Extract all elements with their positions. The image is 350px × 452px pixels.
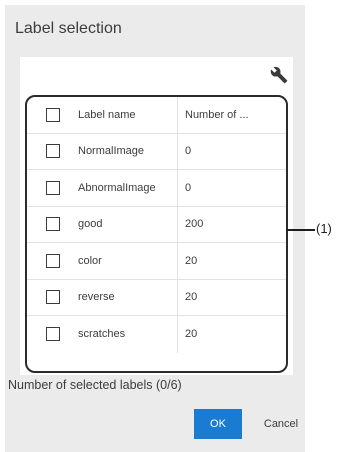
label-table: Label name Number of ... NormalImage 0 A… [25, 95, 288, 373]
row-checkbox[interactable] [46, 290, 60, 305]
label-name-cell: NormalImage [78, 145, 145, 158]
selected-count-status: Number of selected labels (0/6) [8, 378, 182, 392]
label-selection-dialog: Label selection Label name Number of ...… [5, 5, 305, 452]
label-count-cell: 20 [185, 254, 198, 267]
column-divider [177, 316, 178, 353]
column-divider [177, 133, 178, 169]
table-row[interactable]: scratches 20 [27, 316, 286, 353]
label-name-cell: reverse [78, 291, 115, 304]
row-checkbox[interactable] [46, 180, 60, 195]
column-divider [177, 243, 178, 279]
row-checkbox[interactable] [46, 144, 60, 159]
label-name-cell: AbnormalImage [78, 181, 156, 194]
dialog-title: Label selection [15, 20, 122, 37]
label-count-cell: 0 [185, 181, 192, 194]
row-checkbox[interactable] [46, 217, 60, 232]
table-row[interactable]: good 200 [27, 206, 286, 243]
column-divider [177, 97, 178, 133]
label-count-cell: 0 [185, 145, 192, 158]
select-all-checkbox[interactable] [46, 107, 60, 122]
column-header-number-of[interactable]: Number of ... [185, 109, 249, 121]
table-row[interactable]: reverse 20 [27, 279, 286, 316]
label-name-cell: good [78, 218, 103, 231]
label-count-cell: 200 [185, 218, 204, 231]
column-divider [177, 279, 178, 315]
column-divider [177, 206, 178, 242]
column-divider [177, 170, 178, 206]
table-row[interactable]: NormalImage 0 [27, 133, 286, 170]
wrench-icon[interactable] [269, 65, 289, 85]
table-row[interactable]: AbnormalImage 0 [27, 170, 286, 207]
label-count-cell: 20 [185, 328, 198, 341]
label-name-cell: color [78, 254, 102, 267]
callout-leader-line [286, 229, 315, 231]
label-name-cell: scratches [78, 328, 126, 341]
ok-button[interactable]: OK [194, 409, 242, 439]
row-checkbox[interactable] [46, 327, 60, 342]
table-header-row: Label name Number of ... [27, 97, 286, 134]
row-checkbox[interactable] [46, 253, 60, 268]
label-count-cell: 20 [185, 291, 198, 304]
cancel-button[interactable]: Cancel [259, 409, 303, 439]
label-panel: Label name Number of ... NormalImage 0 A… [20, 57, 293, 375]
callout-label: (1) [316, 221, 332, 236]
table-row[interactable]: color 20 [27, 243, 286, 280]
column-header-label-name[interactable]: Label name [78, 109, 136, 121]
